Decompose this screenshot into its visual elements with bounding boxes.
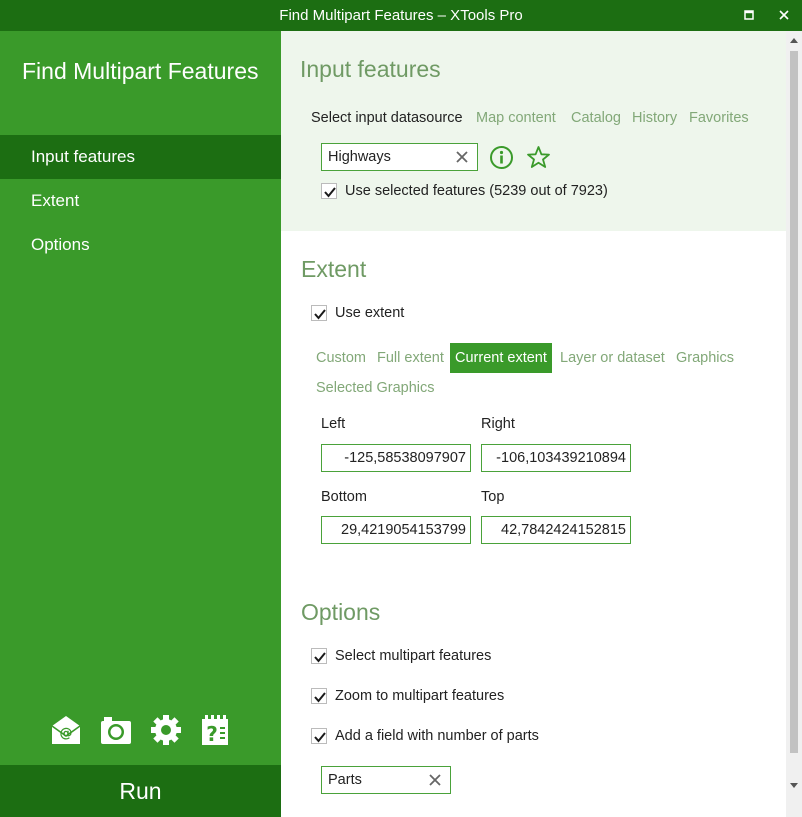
select-multipart-checkbox[interactable] (311, 648, 327, 664)
select-datasource-label: Select input datasource (311, 110, 463, 126)
nav-item-options[interactable]: Options (0, 223, 281, 267)
svg-text:@: @ (60, 726, 73, 741)
top-input[interactable]: 42,7842424152815 (481, 516, 631, 544)
right-input[interactable]: -106,103439210894 (481, 444, 631, 472)
arrow-up-icon (790, 38, 798, 43)
extent-tab-layer-or-dataset[interactable]: Layer or dataset (555, 343, 670, 373)
checkmark-icon (324, 187, 336, 198)
scroll-down-button[interactable] (786, 777, 802, 793)
tab-history[interactable]: History (632, 110, 677, 126)
close-button[interactable] (773, 5, 795, 25)
title-bar: Find Multipart Features – XTools Pro (0, 0, 802, 31)
zoom-multipart-label: Zoom to multipart features (335, 688, 505, 704)
gear-icon[interactable] (149, 713, 183, 747)
datasource-input[interactable]: Highways (321, 143, 478, 171)
help-icon[interactable]: ? (199, 713, 233, 747)
nav-item-input-features[interactable]: Input features (0, 135, 281, 179)
arrow-down-icon (790, 783, 798, 788)
add-field-checkbox[interactable] (311, 728, 327, 744)
right-label: Right (481, 416, 515, 432)
vertical-scrollbar[interactable] (786, 31, 802, 817)
extent-tab-full-extent[interactable]: Full extent (372, 343, 449, 373)
clear-datasource-button[interactable] (455, 147, 471, 167)
checkmark-icon (314, 652, 326, 663)
use-extent-checkbox[interactable] (311, 305, 327, 321)
sidebar: Find Multipart Features Input features E… (0, 31, 281, 817)
add-field-label: Add a field with number of parts (335, 728, 539, 744)
extent-tab-current-extent[interactable]: Current extent (450, 343, 552, 373)
close-icon (429, 774, 441, 786)
main-content: Input features Select input datasource M… (281, 31, 786, 817)
scrollbar-thumb[interactable] (790, 51, 798, 753)
use-selected-checkbox[interactable] (321, 183, 337, 199)
left-label: Left (321, 416, 346, 432)
tab-map-content[interactable]: Map content (476, 110, 556, 126)
sidebar-toolbar: @ ? (0, 713, 281, 753)
clear-field-name-button[interactable] (428, 770, 444, 790)
info-icon[interactable] (489, 145, 514, 173)
tab-favorites[interactable]: Favorites (689, 110, 749, 126)
bottom-input[interactable]: 29,4219054153799 (321, 516, 471, 544)
zoom-multipart-checkbox[interactable] (311, 688, 327, 704)
top-label: Top (481, 489, 505, 505)
close-icon (456, 151, 468, 163)
use-selected-label: Use selected features (5239 out of 7923) (345, 183, 608, 199)
left-input[interactable]: -125,58538097907 (321, 444, 471, 472)
bottom-label: Bottom (321, 489, 367, 505)
maximize-icon (744, 10, 754, 20)
field-name-value: Parts (328, 772, 362, 788)
field-name-input[interactable]: Parts (321, 766, 451, 794)
input-features-heading: Input features (300, 56, 441, 82)
extent-tab-custom[interactable]: Custom (311, 343, 371, 373)
maximize-button[interactable] (738, 5, 760, 25)
select-multipart-label: Select multipart features (335, 648, 492, 664)
window-title: Find Multipart Features – XTools Pro (279, 7, 523, 24)
sidebar-title: Find Multipart Features (22, 58, 259, 84)
checkmark-icon (314, 692, 326, 703)
checkmark-icon (314, 732, 326, 743)
tab-catalog[interactable]: Catalog (571, 110, 621, 126)
favorite-star-icon[interactable] (526, 145, 551, 173)
close-icon (779, 10, 789, 20)
datasource-value: Highways (328, 149, 391, 165)
run-button[interactable]: Run (0, 765, 281, 817)
options-heading: Options (301, 599, 381, 625)
scroll-up-button[interactable] (786, 33, 802, 49)
camera-icon[interactable] (99, 713, 133, 747)
nav-item-extent[interactable]: Extent (0, 179, 281, 223)
checkmark-icon (314, 309, 326, 320)
extent-tab-selected-graphics[interactable]: Selected Graphics (311, 373, 439, 403)
input-features-section: Input features Select input datasource M… (281, 31, 786, 231)
use-extent-label: Use extent (335, 305, 405, 321)
extent-tab-graphics[interactable]: Graphics (671, 343, 739, 373)
email-icon[interactable]: @ (49, 713, 83, 747)
svg-text:?: ? (206, 722, 218, 746)
extent-heading: Extent (301, 256, 367, 282)
